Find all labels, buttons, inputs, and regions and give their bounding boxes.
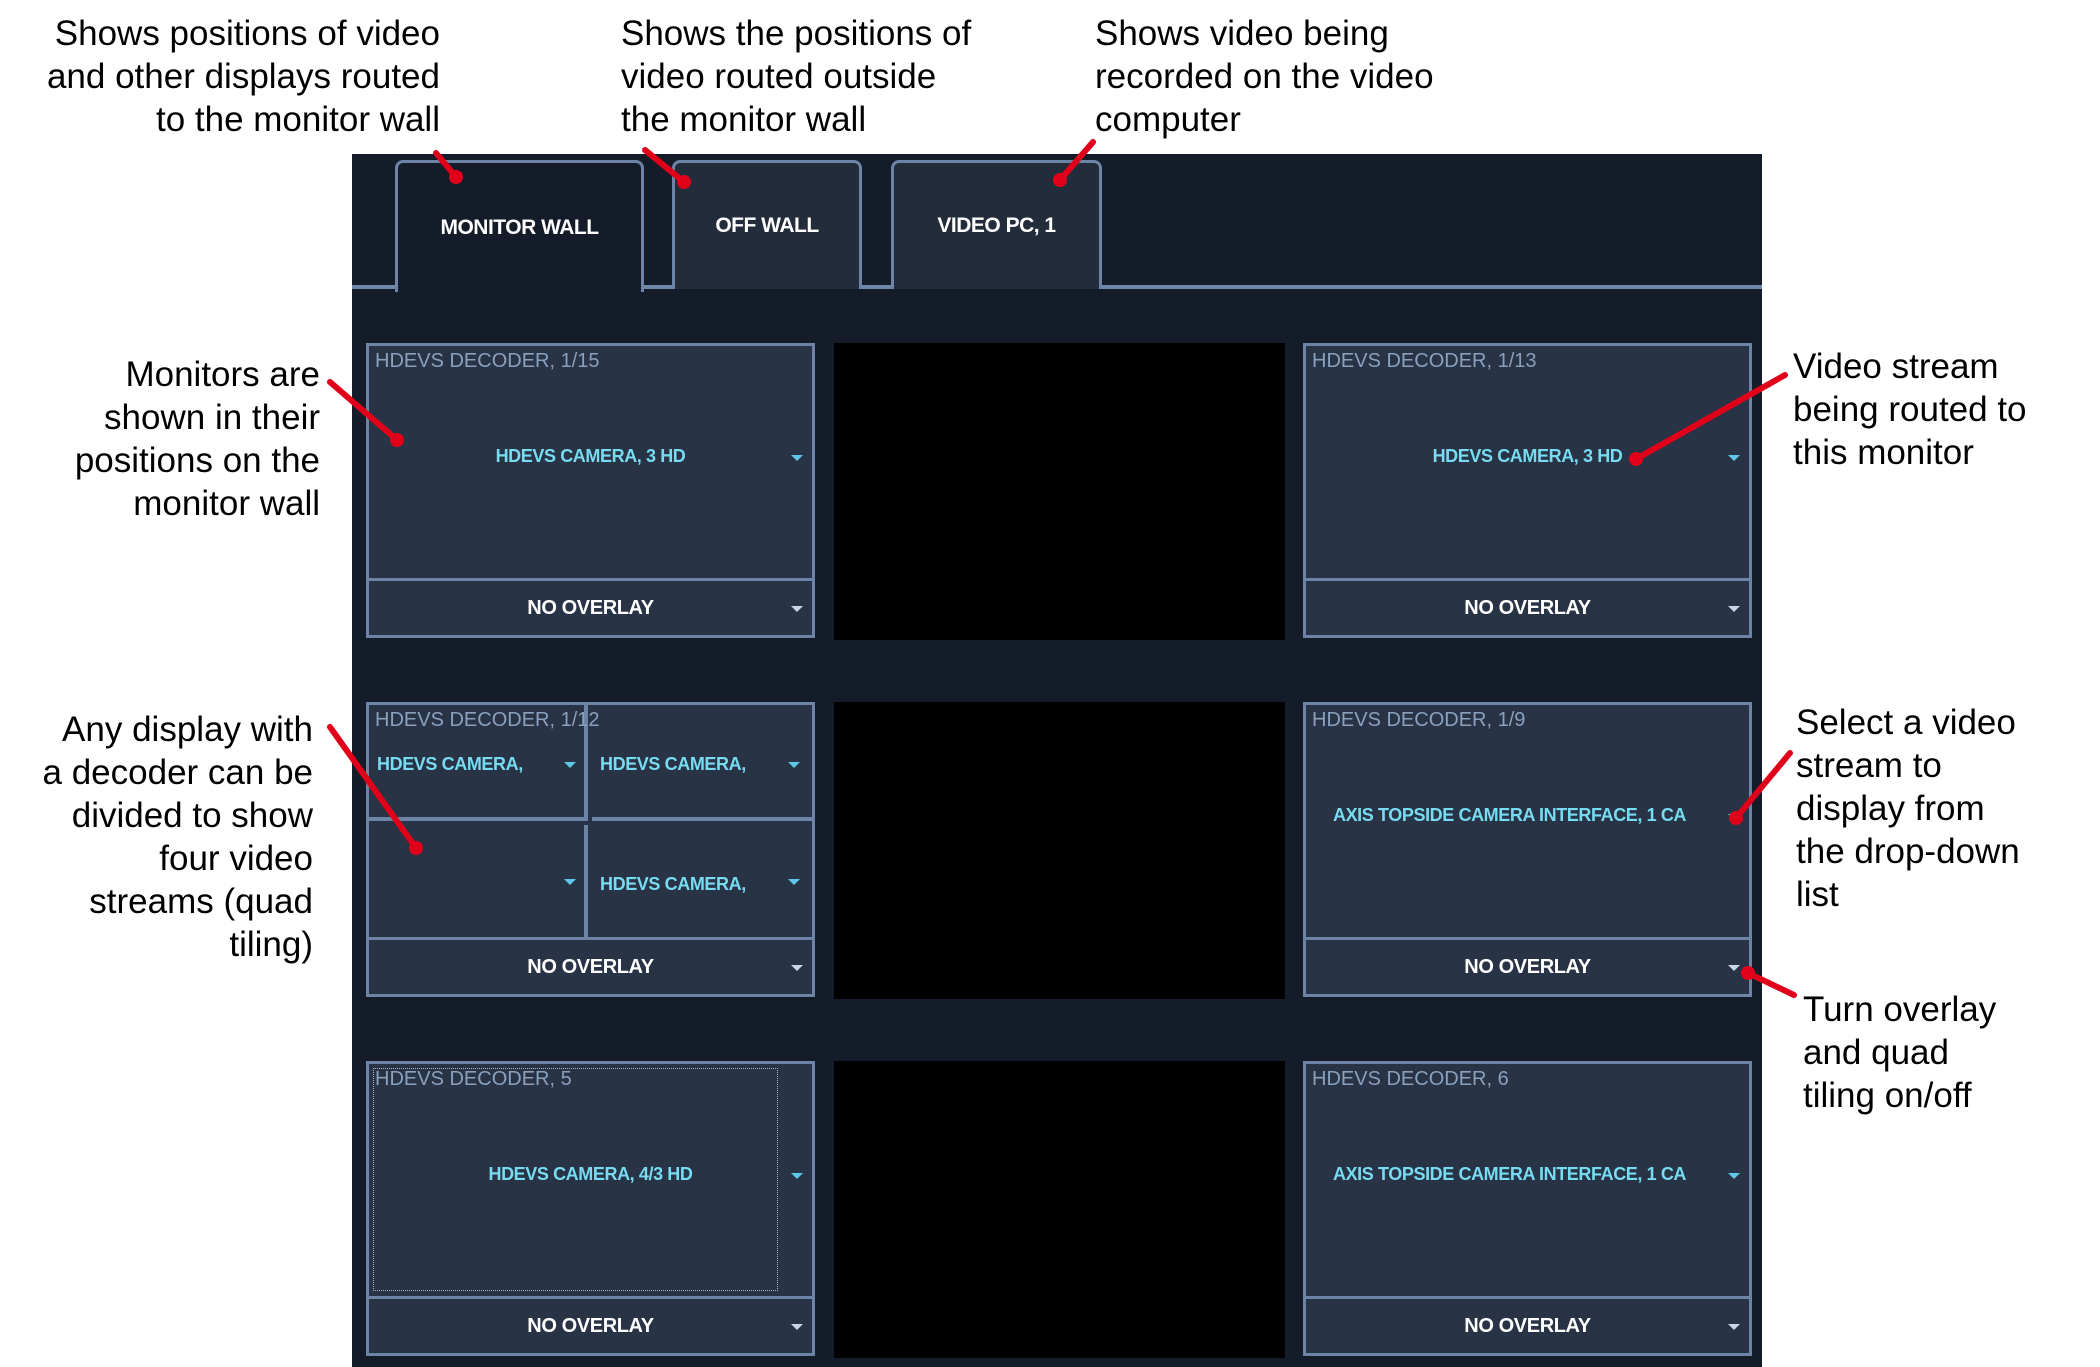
callout-off-wall: Shows the positions of video routed outs… (621, 14, 972, 139)
monitor-top-left: HDEVS DECODER, 1/15 HDEVS CAMERA, 3 HD N… (366, 343, 815, 638)
overlay-label: NO OVERLAY (1464, 596, 1591, 619)
tab-monitor-wall[interactable]: MONITOR WALL (395, 160, 644, 296)
decoder-title: HDEVS DECODER, 1/15 (375, 350, 600, 372)
monitor-wall-app: MONITOR WALL OFF WALL VIDEO PC, 1 HDEVS … (352, 154, 1762, 1367)
callout-video-stream: Video stream being routed to this monito… (1793, 347, 2027, 472)
overlay-select[interactable]: NO OVERLAY (369, 937, 812, 994)
quad-stream-label: HDEVS CAMERA, (600, 754, 746, 774)
tab-off-wall[interactable]: OFF WALL (672, 160, 862, 289)
stream-select[interactable]: HDEVS CAMERA, 4/3 HD (369, 1164, 812, 1185)
callout-video-pc: Shows video being recorded on the video … (1095, 14, 1434, 139)
chevron-down-icon[interactable] (791, 965, 803, 971)
decoder-title: HDEVS DECODER, 6 (1312, 1068, 1509, 1090)
chevron-down-icon[interactable] (1728, 606, 1740, 612)
quad-tile-2[interactable]: HDEVS CAMERA, (592, 705, 812, 821)
stream-select[interactable]: HDEVS CAMERA, 3 HD (369, 446, 812, 467)
monitor-mid-left-quad: HDEVS CAMERA, HDEVS CAMERA, HDEVS CAMERA… (366, 702, 815, 997)
callout-overlay-toggle: Turn overlay and quad tiling on/off (1803, 990, 1997, 1115)
monitor-top-right: HDEVS DECODER, 1/13 HDEVS CAMERA, 3 HD N… (1303, 343, 1752, 638)
monitor-bottom-left: HDEVS DECODER, 5 HDEVS CAMERA, 4/3 HD NO… (366, 1061, 815, 1356)
chevron-down-icon[interactable] (791, 455, 803, 461)
chevron-down-icon[interactable] (564, 879, 576, 885)
callout-quad-tiling: Any display with a decoder can be divide… (42, 710, 313, 964)
stream-select[interactable]: AXIS TOPSIDE CAMERA INTERFACE, 1 CA (1306, 1164, 1713, 1185)
stream-select[interactable]: AXIS TOPSIDE CAMERA INTERFACE, 1 CA (1306, 805, 1713, 826)
quad-stream-label: HDEVS CAMERA, (600, 874, 746, 894)
callout-select-stream: Select a video stream to display from th… (1796, 703, 2020, 914)
decoder-title: HDEVS DECODER, 1/9 (1312, 709, 1526, 731)
quad-stream-label: HDEVS CAMERA, (377, 754, 523, 774)
chevron-down-icon[interactable] (1728, 1173, 1740, 1179)
tab-off-wall-label: OFF WALL (715, 214, 819, 237)
tab-video-pc-label: VIDEO PC, 1 (937, 214, 1056, 237)
chevron-down-icon[interactable] (1728, 814, 1740, 820)
callout-monitor-wall: Shows positions of video and other displ… (46, 14, 440, 139)
chevron-down-icon[interactable] (791, 1324, 803, 1330)
quad-tile-4[interactable]: HDEVS CAMERA, (592, 825, 812, 939)
chevron-down-icon[interactable] (1728, 1324, 1740, 1330)
chevron-down-icon[interactable] (788, 879, 800, 885)
overlay-label: NO OVERLAY (1464, 1314, 1591, 1337)
overlay-label: NO OVERLAY (527, 955, 654, 978)
chevron-down-icon[interactable] (791, 1173, 803, 1179)
empty-monitor-slot (834, 343, 1285, 640)
overlay-select[interactable]: NO OVERLAY (1306, 578, 1749, 635)
overlay-select[interactable]: NO OVERLAY (1306, 937, 1749, 994)
tab-monitor-wall-label: MONITOR WALL (440, 215, 599, 239)
empty-monitor-slot (834, 1061, 1285, 1358)
chevron-down-icon[interactable] (788, 762, 800, 768)
overlay-label: NO OVERLAY (527, 596, 654, 619)
chevron-down-icon[interactable] (1728, 965, 1740, 971)
monitor-mid-right: HDEVS DECODER, 1/9 AXIS TOPSIDE CAMERA I… (1303, 702, 1752, 997)
overlay-select[interactable]: NO OVERLAY (369, 578, 812, 635)
decoder-title: HDEVS DECODER, 5 (375, 1068, 572, 1090)
decoder-title: HDEVS DECODER, 1/12 (375, 709, 600, 731)
chevron-down-icon[interactable] (564, 762, 576, 768)
chevron-down-icon[interactable] (791, 606, 803, 612)
empty-monitor-slot (834, 702, 1285, 999)
callout-monitor-positions: Monitors are shown in their positions on… (74, 355, 320, 523)
stream-select[interactable]: HDEVS CAMERA, 3 HD (1306, 446, 1749, 467)
quad-tile-3[interactable] (369, 825, 588, 939)
decoder-title: HDEVS DECODER, 1/13 (1312, 350, 1537, 372)
overlay-select[interactable]: NO OVERLAY (369, 1296, 812, 1353)
overlay-select[interactable]: NO OVERLAY (1306, 1296, 1749, 1353)
overlay-label: NO OVERLAY (1464, 955, 1591, 978)
monitor-bottom-right: HDEVS DECODER, 6 AXIS TOPSIDE CAMERA INT… (1303, 1061, 1752, 1356)
overlay-label: NO OVERLAY (527, 1314, 654, 1337)
tab-video-pc[interactable]: VIDEO PC, 1 (891, 160, 1102, 289)
chevron-down-icon[interactable] (1728, 455, 1740, 461)
